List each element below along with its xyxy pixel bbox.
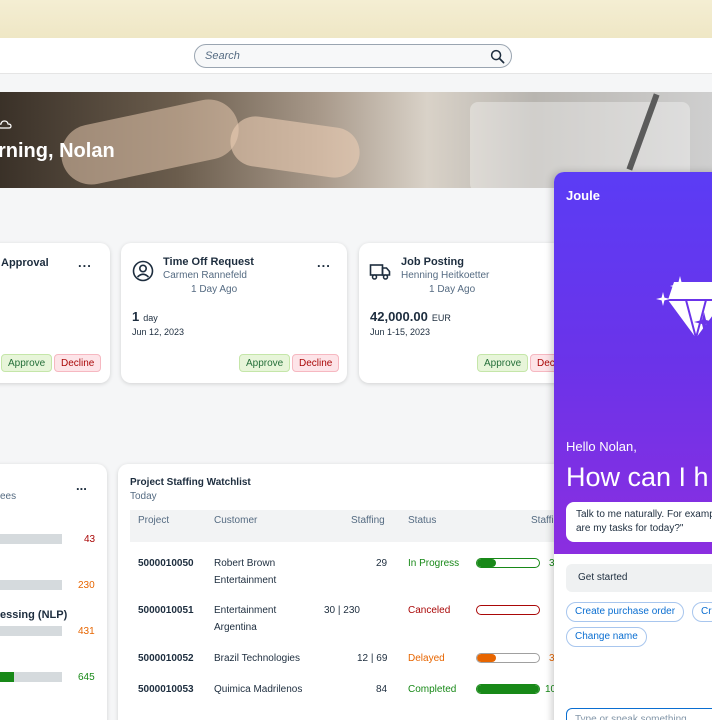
staffing-value: 84 xyxy=(376,684,388,695)
skill-count: 230 xyxy=(78,580,95,591)
skill-count: 43 xyxy=(84,534,96,545)
card-subtitle: Today xyxy=(130,491,157,502)
customer-name-line2: Argentina xyxy=(214,622,257,633)
column-header-staffing[interactable]: Staffing xyxy=(351,515,385,526)
joule-prompt-heading: How can I h xyxy=(566,462,709,492)
time-off-request-card[interactable]: Time Off Request Carmen Rannefeld 1 Day … xyxy=(121,243,347,383)
greeting-title: rning, Nolan xyxy=(0,140,115,162)
sparkle-icon xyxy=(656,292,670,306)
skill-bar xyxy=(0,626,62,636)
customer-name: Robert Brown xyxy=(214,558,276,569)
card-age: 1 Day Ago xyxy=(429,284,476,295)
card-age: 1 Day Ago xyxy=(191,284,238,295)
cloud-icon xyxy=(0,120,12,129)
staffing-value: 29 xyxy=(376,558,388,569)
card-date: Jun 12, 2023 xyxy=(132,327,185,337)
skill-bar xyxy=(0,580,62,590)
chip-change-name[interactable]: Change name xyxy=(566,627,647,647)
status-text: Canceled xyxy=(408,605,451,616)
top-banner xyxy=(0,0,712,38)
status-text: Delayed xyxy=(408,653,445,664)
joule-input-field[interactable]: Type or speak something xyxy=(566,708,712,720)
joule-suggestion-bubble: Talk to me naturally. For examp are my t… xyxy=(566,502,712,542)
staffing-progress-bar xyxy=(476,653,540,663)
card-subtitle: ees xyxy=(0,491,17,502)
project-id: 5000010051 xyxy=(138,605,194,616)
search-icon[interactable] xyxy=(490,49,505,64)
status-text: Completed xyxy=(408,684,457,695)
project-id: 5000010050 xyxy=(138,558,194,569)
approval-card[interactable]: Approval ... Approve Decline xyxy=(0,243,110,383)
get-started-section[interactable]: Get started xyxy=(566,564,712,592)
skill-count: 645 xyxy=(78,672,95,683)
approve-button[interactable]: Approve xyxy=(239,354,291,372)
column-header-project[interactable]: Project xyxy=(138,515,169,526)
skills-card: ees ... 43 230 essing (NLP) 431 645 xyxy=(0,464,107,720)
more-options-icon[interactable]: ... xyxy=(78,255,92,270)
skill-bar-fill xyxy=(0,672,14,682)
card-person: Carmen Rannefeld xyxy=(163,270,247,281)
sparkle-icon xyxy=(670,276,690,296)
more-options-icon[interactable]: ... xyxy=(317,255,331,270)
project-id: 5000010053 xyxy=(138,684,194,695)
column-header-status[interactable]: Status xyxy=(408,515,436,526)
joule-title: Joule xyxy=(566,188,600,203)
card-title: Project Staffing Watchlist xyxy=(130,477,251,488)
more-options-icon[interactable]: ... xyxy=(76,478,87,493)
approve-button[interactable]: Approve xyxy=(477,354,529,372)
staffing-value: 30 | 230 xyxy=(324,605,360,616)
staffing-value: 12 | 69 xyxy=(357,653,388,664)
table-header: Project Customer Staffing Status Staffi xyxy=(130,510,580,542)
search-placeholder: Search xyxy=(205,50,240,62)
joule-header: Joule Hello Nolan, How can I h Talk to m… xyxy=(554,172,712,554)
customer-name: Quimica Madrilenos xyxy=(214,684,303,695)
user-icon xyxy=(132,260,154,282)
card-value: 1 day xyxy=(132,309,158,324)
customer-name-line2: Entertainment xyxy=(214,575,277,586)
joule-assistant-panel: Joule Hello Nolan, How can I h Talk to m… xyxy=(554,172,712,720)
card-person: Henning Heitkoetter xyxy=(401,270,490,281)
staffing-progress-bar xyxy=(476,605,540,615)
card-title: Time Off Request xyxy=(163,256,254,268)
decline-button[interactable]: Decline xyxy=(292,354,340,372)
skill-bar xyxy=(0,534,62,544)
approve-button[interactable]: Approve xyxy=(1,354,53,372)
card-date: Jun 1-15, 2023 xyxy=(370,327,431,337)
truck-icon xyxy=(369,264,391,280)
project-id: 5000010052 xyxy=(138,653,194,664)
chip-create-purchase-order[interactable]: Create purchase order xyxy=(566,602,685,622)
shell-bar: Search xyxy=(0,38,712,74)
decline-button[interactable]: Decline xyxy=(54,354,102,372)
joule-greeting: Hello Nolan, xyxy=(566,439,637,454)
customer-name: Brazil Technologies xyxy=(214,653,300,664)
column-header-staffing-progress[interactable]: Staffi xyxy=(531,515,554,526)
card-title: Job Posting xyxy=(401,256,464,268)
project-staffing-watchlist-card: Project Staffing Watchlist Today Project… xyxy=(118,464,580,720)
staffing-progress-bar xyxy=(476,558,540,568)
status-text: In Progress xyxy=(408,558,460,569)
column-header-customer[interactable]: Customer xyxy=(214,515,257,526)
customer-name: Entertainment xyxy=(214,605,277,616)
card-value: 42,000.00 EUR xyxy=(370,309,451,324)
skill-label: essing (NLP) xyxy=(0,609,68,621)
chip-cr[interactable]: Cr xyxy=(692,602,712,622)
search-field[interactable]: Search xyxy=(194,44,512,68)
job-posting-card[interactable]: Job Posting Henning Heitkoetter 1 Day Ag… xyxy=(359,243,585,383)
skill-count: 431 xyxy=(78,626,95,637)
card-title: Approval xyxy=(1,257,49,269)
staffing-progress-bar xyxy=(476,684,540,694)
